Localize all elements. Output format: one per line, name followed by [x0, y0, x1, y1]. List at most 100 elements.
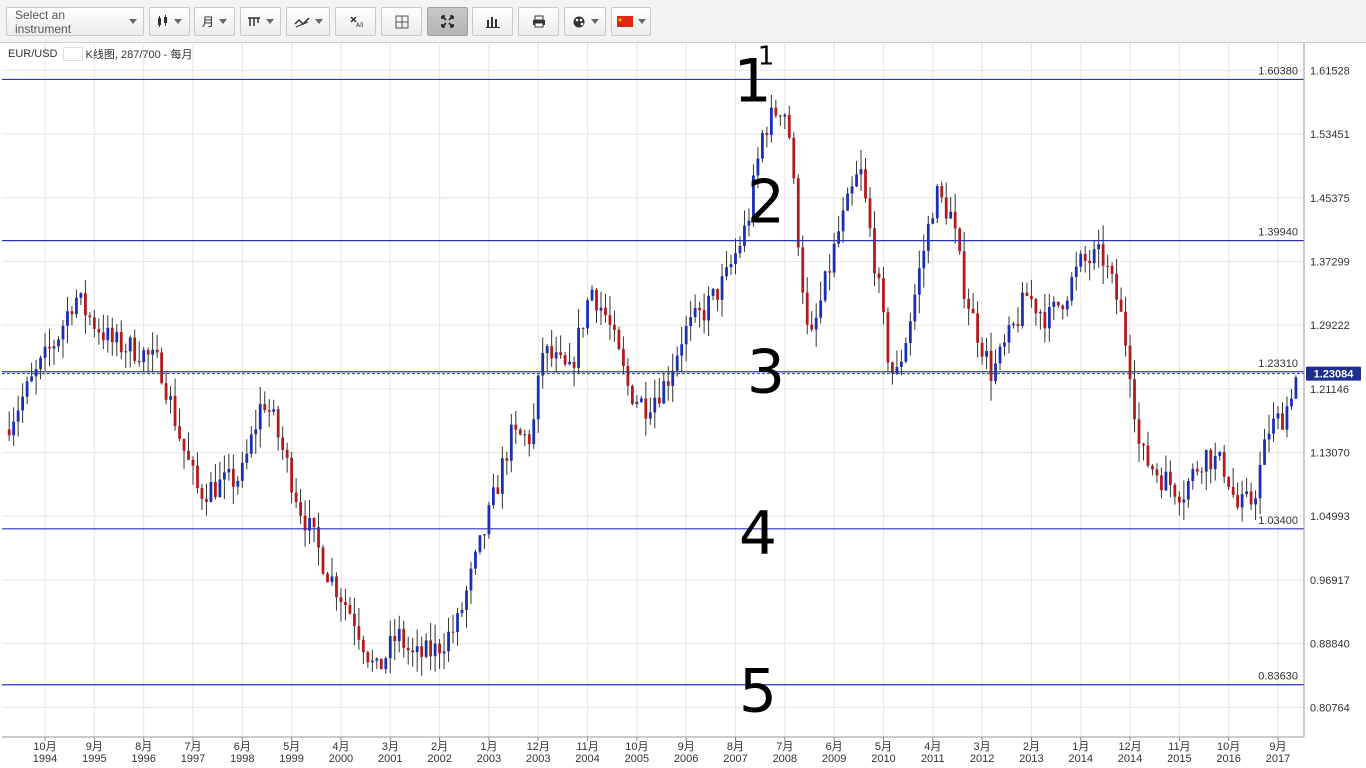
candle-body	[214, 482, 217, 498]
candle-body	[1218, 452, 1222, 456]
candle-body	[16, 410, 20, 422]
candle-body	[182, 438, 186, 451]
x-tick-month: 3月	[382, 741, 399, 753]
candle-body	[976, 313, 979, 343]
candle	[348, 596, 352, 615]
candle	[97, 318, 101, 345]
candle	[532, 403, 536, 449]
candle-body	[451, 631, 455, 633]
candle-body	[734, 253, 737, 265]
candle-body	[761, 133, 764, 159]
candle	[1195, 461, 1199, 476]
candle-body	[402, 628, 406, 648]
candle	[245, 439, 249, 470]
candle	[568, 343, 571, 366]
candle	[469, 561, 473, 604]
price-chart[interactable]: 1.60380 1.39940 1.23310 1.03400 0.83630 1.230…	[0, 43, 1366, 768]
candle	[846, 187, 849, 212]
candle	[559, 335, 563, 359]
candle-body	[1106, 265, 1110, 267]
candle-body	[666, 381, 670, 386]
candle	[1034, 297, 1038, 326]
candle	[1052, 296, 1056, 321]
candle-body	[1052, 301, 1056, 307]
candle	[523, 429, 527, 447]
candle-body	[447, 631, 450, 652]
drawing-tools-button[interactable]	[286, 7, 330, 36]
candle-body	[469, 568, 473, 591]
chart-type-button[interactable]	[149, 7, 190, 36]
candle-body	[1038, 311, 1042, 314]
candle	[639, 395, 643, 403]
chart-legend: EUR/USD K线图, 287/700 - 每月	[8, 46, 193, 62]
candle	[671, 353, 675, 402]
candle	[626, 358, 630, 396]
volume-button[interactable]	[472, 7, 513, 36]
candle	[460, 602, 464, 617]
indicators-button[interactable]	[240, 7, 281, 36]
instrument-select[interactable]: Select an instrument	[6, 7, 144, 36]
x-tick-month: 5月	[283, 741, 300, 753]
candle	[483, 533, 486, 549]
candle-body	[1182, 499, 1186, 503]
candle-body	[545, 346, 549, 354]
candle-body	[500, 458, 504, 494]
candle-body	[1137, 419, 1141, 444]
x-tick-year: 2017	[1266, 753, 1290, 765]
candle	[92, 310, 96, 338]
volume-bars-icon	[485, 16, 500, 28]
candle	[30, 362, 33, 383]
candle-body	[370, 660, 374, 663]
candle	[917, 250, 921, 314]
candle-body	[653, 397, 657, 413]
crosshair-button[interactable]	[381, 7, 422, 36]
language-button[interactable]	[611, 7, 651, 36]
candle-body	[483, 534, 486, 536]
candle	[420, 636, 424, 676]
candle-body	[61, 325, 65, 340]
x-tick-year: 2003	[526, 753, 550, 765]
candle-body	[106, 327, 110, 341]
color-theme-button[interactable]	[564, 7, 606, 36]
period-button[interactable]: 月	[194, 7, 235, 36]
candle-body	[254, 429, 258, 435]
candle-body	[527, 434, 531, 445]
candle	[155, 334, 159, 358]
level-label: 1.03400	[1258, 515, 1298, 527]
candle-body	[1177, 496, 1181, 503]
candle-body	[774, 107, 778, 116]
candle-body	[97, 328, 101, 333]
candle-body	[330, 576, 334, 583]
print-button[interactable]	[518, 7, 559, 36]
x-tick-month: 10月	[33, 741, 56, 753]
candle-body	[662, 381, 666, 404]
candle	[859, 149, 863, 192]
candle-body	[101, 332, 105, 341]
x-tick-month: 4月	[332, 741, 349, 753]
candle-body	[586, 300, 589, 329]
candle-body	[778, 115, 782, 117]
chevron-down-icon	[174, 19, 182, 24]
svg-text:All: All	[356, 22, 363, 28]
candle	[119, 320, 123, 360]
candle	[810, 311, 814, 332]
candle	[778, 114, 782, 126]
candle-body	[855, 174, 858, 187]
candle-body	[577, 327, 580, 368]
candle-body	[613, 324, 616, 330]
candle	[1003, 334, 1006, 356]
candle-body	[568, 361, 571, 365]
x-tick-year: 2014	[1068, 753, 1092, 765]
x-tick-year: 2013	[1019, 753, 1043, 765]
candle	[1092, 241, 1096, 271]
candle	[1182, 480, 1186, 520]
candle	[101, 314, 105, 350]
fullscreen-button[interactable]	[427, 7, 468, 36]
candle-body	[1204, 450, 1208, 472]
candle-body	[675, 355, 679, 371]
candle	[1272, 402, 1275, 442]
candle	[66, 296, 69, 344]
remove-all-button[interactable]: All	[335, 7, 376, 36]
candle	[967, 288, 971, 326]
candle	[586, 297, 589, 335]
